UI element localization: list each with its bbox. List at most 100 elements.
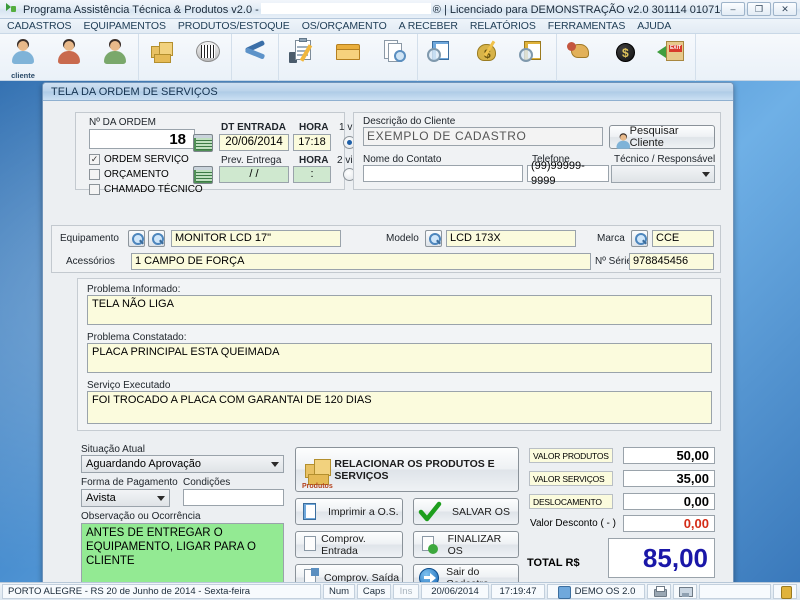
toolbar-button-contas[interactable]: $ <box>464 34 510 81</box>
menu-item-os-orcamento[interactable]: OS/ORÇAMENTO <box>302 20 387 32</box>
main-toolbar[interactable]: cliente $ EXIT <box>0 34 800 81</box>
marca-input[interactable]: CCE <box>652 230 714 247</box>
nome-contato-input[interactable] <box>363 165 523 182</box>
imprimir-os-button[interactable]: Imprimir a O.S. <box>295 498 403 525</box>
relacionar-produtos-button[interactable]: RELACIONAR OS PRODUTOS E SERVIÇOS Produt… <box>295 447 519 492</box>
telefone-input[interactable]: (99)99999-9999 <box>527 160 609 187</box>
status-bar: PORTO ALEGRE - RS 20 de Junho de 2014 - … <box>0 582 800 600</box>
hora-entrada-input[interactable]: 17:18 <box>293 134 331 151</box>
printer-icon[interactable] <box>653 585 667 598</box>
situacao-atual-combo[interactable]: Aguardando Aprovação <box>81 455 284 473</box>
menu-item-cadastros[interactable]: CADASTROS <box>7 20 72 32</box>
problema-constatado-input[interactable]: PLACA PRINCIPAL ESTA QUEIMADA <box>87 343 712 373</box>
toolbar-button-fornecedor[interactable] <box>46 34 92 81</box>
valor-desconto-input[interactable]: 0,00 <box>623 515 715 532</box>
toolbar-button-caixa[interactable]: $ <box>603 34 649 81</box>
window-title-suffix: ® | Licenciado para DEMONSTRAÇÃO v2.0 30… <box>432 3 727 16</box>
calendar-entrega-button[interactable] <box>193 166 213 184</box>
observacao-label: Observação ou Ocorrência <box>81 511 201 522</box>
modelo-label: Modelo <box>386 233 419 244</box>
pesquisar-cliente-button[interactable]: Pesquisar Cliente <box>609 125 715 149</box>
finalizar-os-label: FINALIZAR OS <box>447 532 502 557</box>
comprov-entrada-button[interactable]: Comprov. Entrada <box>295 531 403 558</box>
serie-label: Nº Série <box>595 256 632 267</box>
observacao-input[interactable]: ANTES DE ENTREGAR O EQUIPAMENTO, LIGAR P… <box>81 523 284 582</box>
status-printer[interactable] <box>647 584 671 599</box>
tecnico-combo[interactable] <box>611 165 715 183</box>
condicoes-input[interactable] <box>183 489 284 506</box>
status-field[interactable] <box>699 584 771 599</box>
modelo-input[interactable]: LCD 173X <box>446 230 576 247</box>
acessorios-input[interactable]: 1 CAMPO DE FORÇA <box>131 253 591 270</box>
mdi-desktop: TELA DA ORDEM DE SERVIÇOS Nº DA ORDEM 18… <box>0 81 800 582</box>
check-mark-icon <box>418 501 442 523</box>
servico-executado-input[interactable]: FOI TROCADO A PLACA COM GARANTAI DE 120 … <box>87 391 712 424</box>
hora-entrega-input[interactable]: : <box>293 166 331 183</box>
toolbar-button-consulta-livro[interactable] <box>418 34 464 81</box>
menu-item-ferramentas[interactable]: FERRAMENTAS <box>548 20 626 32</box>
forma-pagamento-combo[interactable]: Avista <box>81 489 170 507</box>
toolbar-button-nova-os[interactable] <box>279 34 325 81</box>
relacionar-produtos-label: RELACIONAR OS PRODUTOS E SERVIÇOS <box>334 457 495 482</box>
equipamento-input[interactable]: MONITOR LCD 17" <box>171 230 341 247</box>
minimize-button[interactable]: – <box>721 2 745 16</box>
equipamento-search-button-1[interactable] <box>128 230 145 247</box>
comprov-saida-button[interactable]: Comprov. Saída <box>295 564 403 582</box>
imprimir-os-label: Imprimir a O.S. <box>328 505 399 518</box>
checkbox-chamado-tecnico[interactable]: CHAMADO TÉCNICO <box>89 184 203 195</box>
sair-cadastro-button[interactable]: Sair do Cadastro <box>413 564 519 582</box>
menu-item-equipamentos[interactable]: EQUIPAMENTOS <box>83 20 166 32</box>
window-title-prefix: Programa Assistência Técnica & Produtos … <box>23 3 259 16</box>
menu-item-produtos-estoque[interactable]: PRODUTOS/ESTOQUE <box>178 20 290 32</box>
checkbox-chamado-tecnico-box[interactable] <box>89 184 100 195</box>
checkbox-ordem-servico[interactable]: ORDEM SERVIÇO <box>89 154 189 165</box>
checkbox-orcamento-box[interactable] <box>89 169 100 180</box>
toolbar-button-abrir-os[interactable] <box>325 34 371 81</box>
menu-item-relatorios[interactable]: RELATÓRIOS <box>470 20 536 32</box>
marca-search-button[interactable] <box>631 230 648 247</box>
forma-pagamento-label: Forma de Pagamento <box>81 477 178 488</box>
key-icon[interactable] <box>779 585 792 599</box>
open-folder-icon <box>333 36 363 66</box>
descricao-cliente-input[interactable]: EXEMPLO DE CADASTRO <box>363 127 603 146</box>
status-network[interactable] <box>673 584 697 599</box>
status-time: 17:19:47 <box>491 584 545 599</box>
toolbar-button-consultar-os[interactable] <box>371 34 417 81</box>
checkbox-ordem-servico-box[interactable] <box>89 154 100 165</box>
menu-item-ajuda[interactable]: AJUDA <box>637 20 671 32</box>
toolbar-button-funcionario[interactable] <box>92 34 138 81</box>
toolbar-button-servicos[interactable] <box>232 34 278 81</box>
toolbar-button-sair[interactable]: EXIT <box>649 34 695 81</box>
acessorios-label: Acessórios <box>66 256 115 267</box>
toolbar-group-servicos <box>232 34 279 81</box>
window-controls[interactable]: – ❐ ✕ <box>721 2 797 16</box>
checkbox-orcamento[interactable]: ORÇAMENTO <box>89 169 169 180</box>
problema-informado-input[interactable]: TELA NÃO LIGA <box>87 295 712 325</box>
dt-entrada-input[interactable]: 20/06/2014 <box>219 134 289 151</box>
modelo-search-button[interactable] <box>425 230 442 247</box>
coin-icon: $ <box>611 36 641 66</box>
maximize-button[interactable]: ❐ <box>747 2 771 16</box>
toolbar-button-codigo-barras[interactable] <box>185 34 231 81</box>
toolbar-button-cliente[interactable]: cliente <box>0 34 46 81</box>
menu-item-a-receber[interactable]: A RECEBER <box>399 20 458 32</box>
toolbar-button-agenda[interactable] <box>557 34 603 81</box>
bird-icon <box>565 36 595 66</box>
documents-search-icon <box>379 36 409 66</box>
finalizar-os-button[interactable]: FINALIZAR OS <box>413 531 519 558</box>
network-icon[interactable] <box>679 585 693 598</box>
prev-entrega-input[interactable]: / / <box>219 166 289 183</box>
valor-servicos-input[interactable]: 35,00 <box>623 470 715 487</box>
toolbar-button-produtos[interactable] <box>139 34 185 81</box>
calendar-entrada-button[interactable] <box>193 134 213 152</box>
close-button[interactable]: ✕ <box>773 2 797 16</box>
deslocamento-input[interactable]: 0,00 <box>623 493 715 510</box>
valor-produtos-input[interactable]: 50,00 <box>623 447 715 464</box>
main-menubar[interactable]: CADASTROS EQUIPAMENTOS PRODUTOS/ESTOQUE … <box>0 19 800 34</box>
order-number-input[interactable]: 18 <box>89 129 195 149</box>
equipamento-search-button-2[interactable] <box>148 230 165 247</box>
salvar-os-button[interactable]: SALVAR OS <box>413 498 519 525</box>
status-key[interactable] <box>773 584 797 599</box>
toolbar-button-livro-caixa[interactable] <box>510 34 556 81</box>
serie-input[interactable]: 978845456 <box>629 253 714 270</box>
